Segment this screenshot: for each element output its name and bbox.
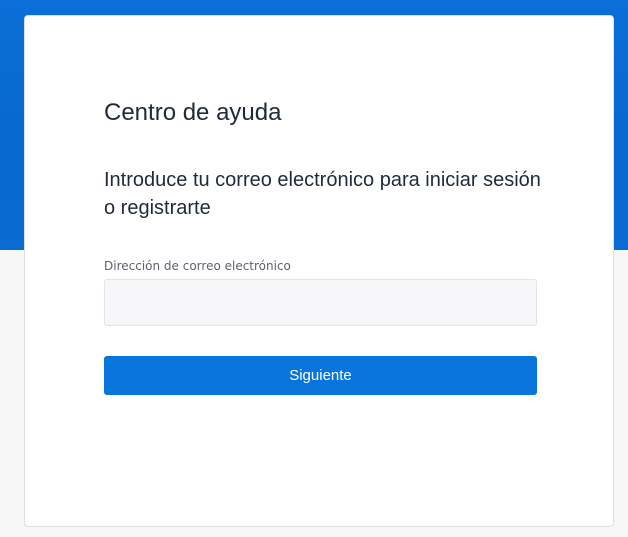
- login-instructions: Introduce tu correo electrónico para ini…: [104, 169, 541, 219]
- login-card: Centro de ayuda Introduce tu correo elec…: [24, 15, 614, 527]
- next-button[interactable]: Siguiente: [104, 356, 537, 395]
- email-field[interactable]: [104, 279, 537, 326]
- page-title: Centro de ayuda: [104, 99, 282, 126]
- email-field-label: Dirección de correo electrónico: [104, 259, 291, 273]
